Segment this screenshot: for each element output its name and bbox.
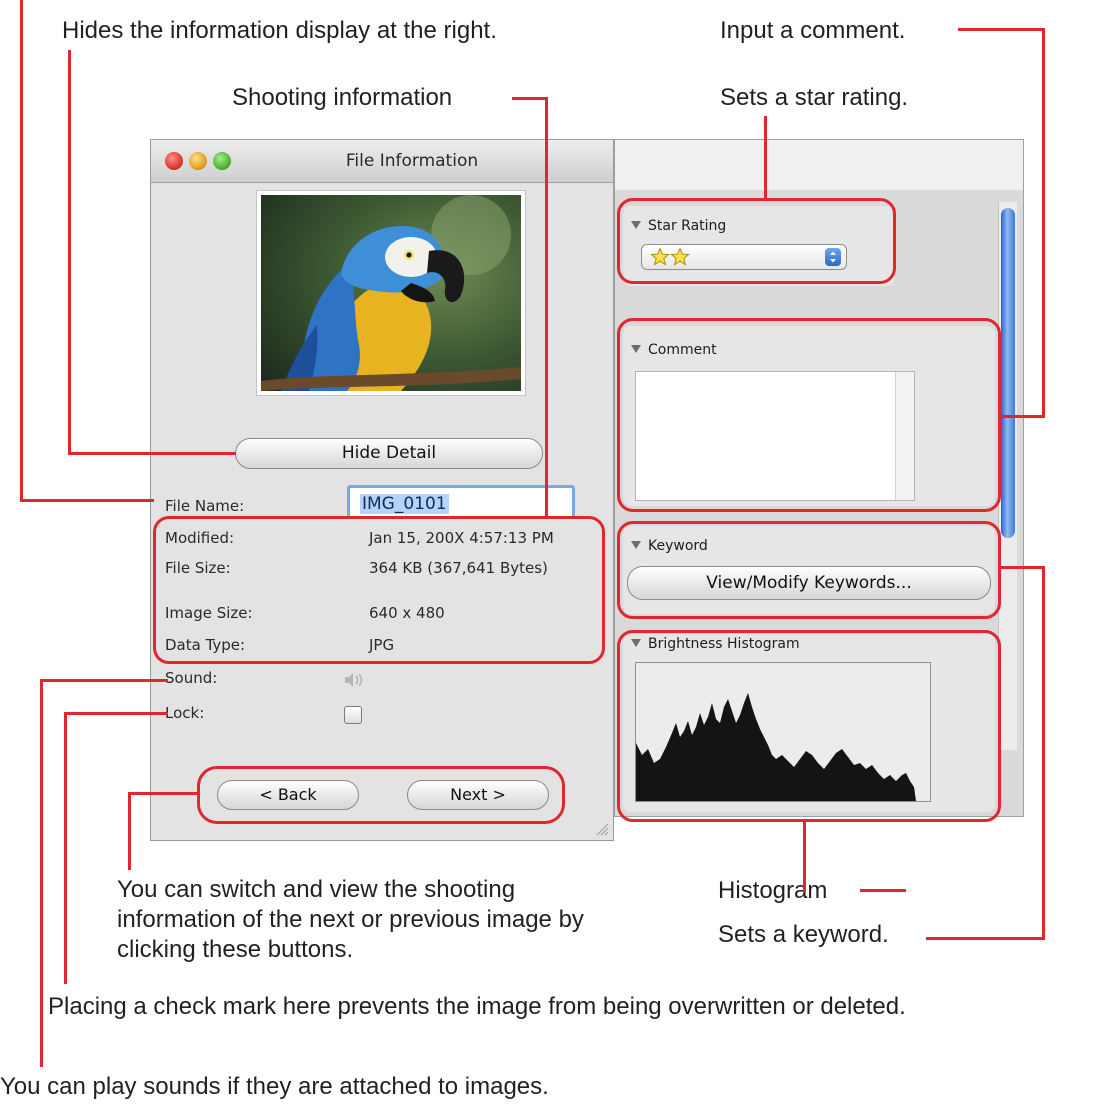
leader-lock-v (64, 712, 67, 984)
ring-histogram (617, 630, 1001, 822)
hide-detail-label: Hide Detail (341, 443, 437, 463)
resize-grip-icon[interactable] (593, 820, 609, 836)
leader-shooting-v (545, 97, 548, 518)
callout-input-comment: Input a comment. (720, 17, 906, 44)
leader-nav-h (128, 792, 199, 795)
callout-switch-view: You can switch and view the shooting inf… (117, 876, 584, 963)
sound-label: Sound: (165, 669, 218, 687)
ring-keyword (617, 521, 1001, 619)
leader-comment-h1 (958, 28, 1045, 31)
leader-keyword-h1 (1000, 566, 1045, 569)
leader-shooting-h (512, 97, 548, 100)
callout-star-rating: Sets a star rating. (720, 84, 909, 111)
leader-nav-v (128, 792, 131, 870)
leader-sound-v (40, 679, 43, 1067)
drawer-scroll-thumb[interactable] (1001, 208, 1015, 538)
file-name-label: File Name: (165, 497, 245, 515)
drawer-header (615, 140, 1023, 190)
hide-detail-button[interactable]: Hide Detail (235, 438, 543, 469)
callout-histogram: Histogram (718, 877, 828, 904)
callout-keyword: Sets a keyword. (718, 921, 889, 948)
window-titlebar[interactable]: File Information (151, 140, 613, 183)
leader-lock-h (64, 712, 168, 715)
leader-keyword-v (1042, 566, 1045, 940)
leader-histogram-v (803, 822, 806, 892)
leader-file-name-v (20, 0, 23, 502)
callout-shooting-info: Shooting information (232, 84, 453, 111)
leader-comment-h2 (1000, 415, 1045, 418)
ring-comment (617, 318, 1001, 512)
lock-checkbox[interactable] (344, 706, 362, 724)
ring-star-rating (617, 198, 896, 284)
image-thumbnail (257, 191, 525, 395)
parrot-image (261, 195, 521, 391)
ring-nav-buttons (197, 766, 565, 824)
leader-sound-h (40, 679, 168, 682)
leader-histogram-h (860, 889, 906, 892)
leader-file-name-h (20, 499, 154, 502)
lock-label: Lock: (165, 704, 205, 722)
leader-hide-v (68, 50, 71, 455)
file-name-field[interactable]: IMG_0101 (347, 485, 575, 519)
callout-lock: Placing a check mark here prevents the i… (48, 993, 906, 1020)
file-name-value: IMG_0101 (360, 494, 449, 514)
ring-shooting-info (153, 516, 605, 664)
window-title: File Information (345, 151, 479, 171)
callout-hide-info: Hides the information display at the rig… (62, 17, 497, 44)
callout-sound: You can play sounds if they are attached… (0, 1073, 549, 1100)
speaker-icon[interactable] (343, 672, 363, 688)
leader-hide-h (68, 452, 236, 455)
leader-star-v (764, 116, 767, 200)
leader-comment-v (1042, 28, 1045, 418)
leader-keyword-h2 (926, 937, 1045, 940)
